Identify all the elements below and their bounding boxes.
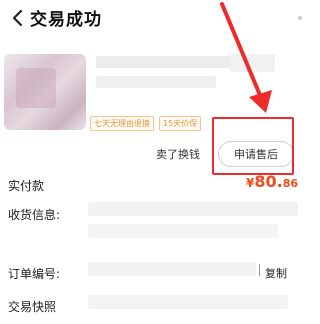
product-spec-redacted: [96, 76, 216, 88]
sell-for-cash-button[interactable]: 卖了换钱: [146, 141, 210, 167]
amount-decimal: 86: [282, 177, 299, 190]
transaction-snapshot-label[interactable]: 交易快照: [8, 298, 56, 315]
order-number-label: 订单编号:: [8, 267, 61, 281]
payment-label: 实付款: [8, 179, 45, 193]
order-number-redacted: [88, 262, 256, 276]
copy-divider: [259, 264, 260, 276]
amount-integer: 80.: [254, 172, 283, 191]
product-price-redacted: [230, 54, 275, 72]
copy-order-number-button[interactable]: 复制: [265, 265, 287, 281]
payment-amount: ¥80.86: [246, 172, 298, 191]
shipping-contact-redacted: [88, 224, 278, 238]
shipping-info-label: 收货信息:: [8, 208, 61, 222]
product-thumbnail[interactable]: [4, 54, 86, 130]
annotation-highlight-box: [212, 117, 294, 175]
top-bar: 交易成功: [0, 0, 309, 36]
tag-return-policy: 七天无理由退换: [90, 116, 154, 131]
more-icon[interactable]: [291, 6, 309, 30]
page-title: 交易成功: [30, 10, 102, 30]
shipping-address-redacted: [88, 202, 298, 216]
tag-price-protection: 15天价保: [159, 116, 202, 131]
back-chevron-icon[interactable]: [6, 6, 28, 30]
transaction-snapshot-redacted: [88, 295, 288, 309]
service-tags: 七天无理由退换 15天价保: [90, 116, 202, 131]
